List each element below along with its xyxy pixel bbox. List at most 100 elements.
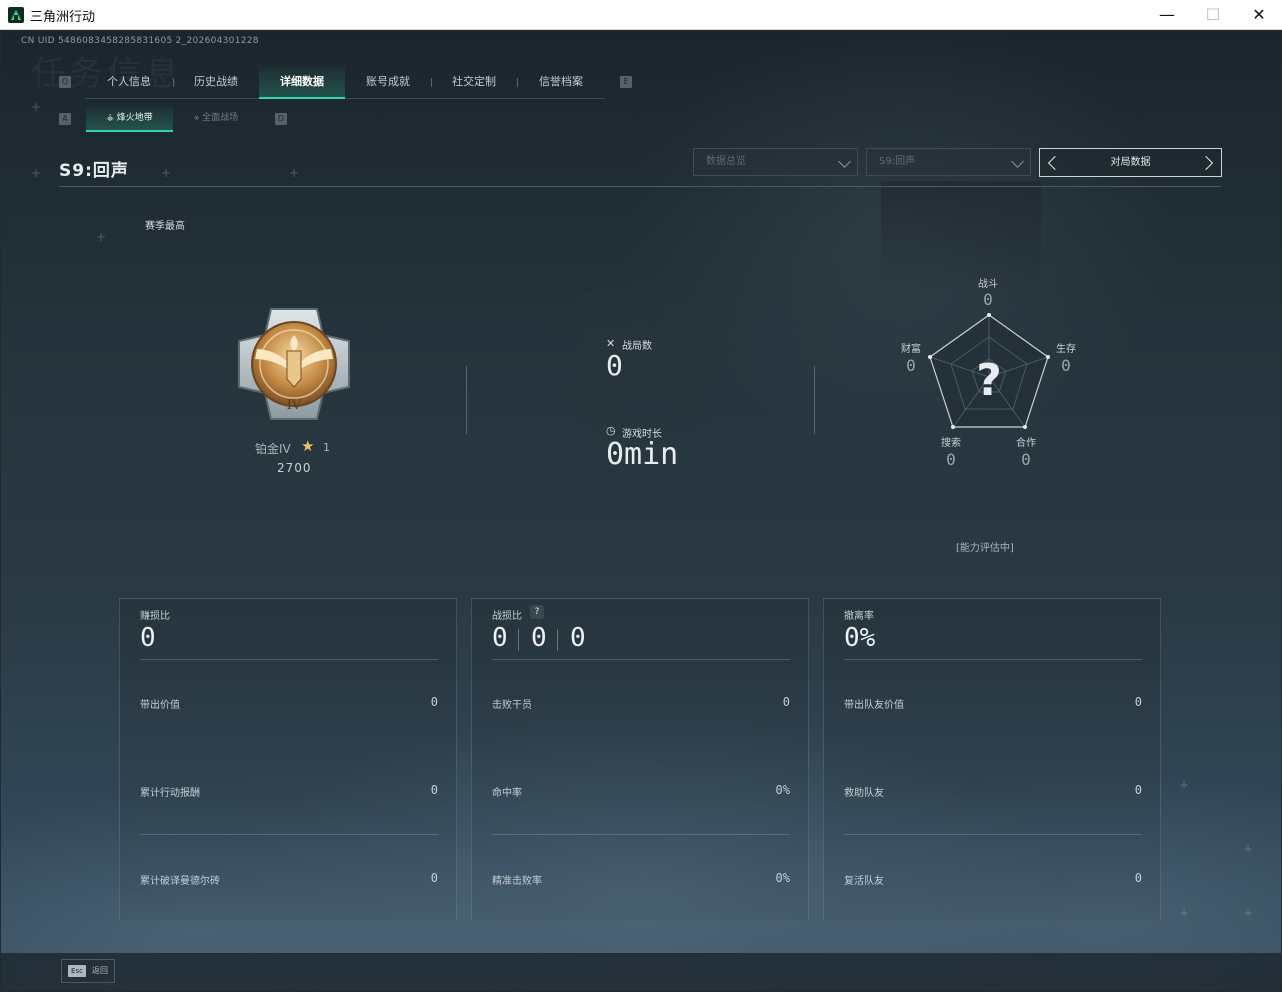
row-label: 带出价值 bbox=[140, 700, 180, 711]
row-value: 0 bbox=[430, 783, 438, 797]
decor-cross: + bbox=[1179, 778, 1190, 792]
key-hint-q: Q bbox=[59, 76, 71, 88]
row-value: 0% bbox=[775, 783, 790, 797]
app-logo-icon bbox=[8, 7, 24, 23]
tab-account-achievements[interactable]: 账号成就 bbox=[345, 66, 431, 98]
decor-cross: + bbox=[1179, 906, 1190, 920]
radar-value-combat: 0 bbox=[983, 290, 993, 309]
card-divider bbox=[492, 659, 790, 660]
help-icon[interactable]: ? bbox=[530, 605, 544, 619]
decor-cross: + bbox=[31, 100, 42, 114]
row-label: 精准击败率 bbox=[492, 876, 542, 887]
row-label: 击败干员 bbox=[492, 700, 532, 711]
row-label: 命中率 bbox=[492, 788, 522, 799]
card-title: 战损比 bbox=[492, 611, 522, 622]
window-titlebar: 三角洲行动 — ☐ ✕ bbox=[0, 0, 1282, 30]
row-value: 0 bbox=[430, 871, 438, 885]
dropdown-value: S9:回声 bbox=[879, 156, 916, 167]
tab-credit-record[interactable]: 信誉档案 bbox=[517, 66, 605, 98]
battlefield-icon: ⚹ bbox=[193, 113, 200, 123]
ratio-separator bbox=[557, 629, 558, 651]
radar-label-search: 搜索 bbox=[941, 438, 961, 449]
row-value: 0 bbox=[1134, 695, 1142, 709]
row-label: 累计行动报酬 bbox=[140, 788, 200, 799]
row-value: 0 bbox=[782, 695, 790, 709]
decor-cross: + bbox=[289, 166, 300, 180]
row-value: 0 bbox=[430, 695, 438, 709]
pager-label: 对局数据 bbox=[1110, 157, 1151, 168]
decor-cross: + bbox=[31, 166, 42, 180]
season-dropdown[interactable]: S9:回声 bbox=[866, 148, 1031, 176]
tab-match-history[interactable]: 历史战绩 bbox=[173, 66, 259, 98]
radar-value-wealth: 0 bbox=[906, 356, 916, 375]
key-hint-a: A bbox=[59, 113, 71, 125]
radar-value-search: 0 bbox=[946, 450, 956, 469]
card-divider bbox=[492, 834, 790, 835]
chevron-left-icon[interactable] bbox=[1047, 155, 1063, 171]
season-high-label: 赛季最高 bbox=[145, 221, 185, 232]
kd-ratio-value-2: 0 bbox=[531, 623, 547, 653]
kd-ratio-value-1: 0 bbox=[492, 623, 508, 653]
clock-icon: ◷ bbox=[606, 424, 616, 437]
rank-star-count: 1 bbox=[323, 441, 330, 454]
chevron-right-icon[interactable] bbox=[1198, 155, 1214, 171]
section-divider bbox=[814, 366, 815, 434]
chevron-down-icon bbox=[1011, 155, 1024, 168]
radar-label-coop: 合作 bbox=[1016, 438, 1036, 449]
row-label: 复活队友 bbox=[844, 876, 884, 887]
decor-cross: + bbox=[1243, 842, 1254, 856]
profit-loss-value: 0 bbox=[140, 623, 156, 653]
matches-value: 0 bbox=[606, 349, 623, 382]
main-tab-bar: 个人信息 历史战绩 详细数据 账号成就 社交定制 信誉档案 bbox=[85, 66, 605, 99]
data-mode-dropdown[interactable]: 数据总览 bbox=[693, 148, 858, 176]
tab-detailed-data[interactable]: 详细数据 bbox=[259, 66, 345, 99]
rank-score: 2700 bbox=[277, 461, 312, 475]
card-title: 撤离率 bbox=[844, 611, 874, 622]
rank-medal-icon: IV bbox=[238, 308, 350, 420]
window-title: 三角洲行动 bbox=[30, 9, 96, 24]
back-label: 返回 bbox=[92, 966, 108, 975]
key-hint-e: E bbox=[620, 76, 632, 88]
card-divider bbox=[844, 659, 1142, 660]
subtab-label: 全面战场 bbox=[202, 113, 239, 123]
radar-label-survival: 生存 bbox=[1056, 344, 1076, 355]
rank-name: 铂金IV bbox=[255, 442, 291, 456]
header-divider bbox=[59, 186, 1221, 187]
profit-loss-card: 赚损比 0 带出价值 0 累计行动报酬 0 累计破译曼德尔砖 0 bbox=[119, 598, 457, 921]
close-button[interactable]: ✕ bbox=[1236, 0, 1282, 30]
matches-label: 战局数 bbox=[622, 341, 652, 352]
decor-cross: + bbox=[161, 166, 172, 180]
extraction-rate-value: 0% bbox=[844, 623, 876, 653]
ability-status: [能力评估中] bbox=[956, 543, 1014, 554]
maximize-button[interactable]: ☐ bbox=[1190, 0, 1236, 30]
radar-value-coop: 0 bbox=[1021, 450, 1031, 469]
back-button[interactable]: Esc 返回 bbox=[61, 959, 115, 983]
row-label: 救助队友 bbox=[844, 788, 884, 799]
subtab-label: 烽火地带 bbox=[116, 113, 153, 123]
tab-personal-info[interactable]: 个人信息 bbox=[85, 66, 173, 98]
game-viewport: + + + + + + + + + 任务信息 CN UID 5486083458… bbox=[1, 31, 1281, 991]
kd-ratio-card: 战损比 ? 0 0 0 击败干员 0 命中率 0% 精准击败率 0% bbox=[471, 598, 809, 921]
radar-label-wealth: 财富 bbox=[901, 344, 921, 355]
decor-cross: + bbox=[1243, 906, 1254, 920]
row-value: 0 bbox=[1134, 783, 1142, 797]
row-label: 累计破译曼德尔砖 bbox=[140, 876, 220, 887]
tab-social-custom[interactable]: 社交定制 bbox=[431, 66, 517, 98]
user-uid: CN UID 5486083458285831605 2_20260430122… bbox=[21, 36, 259, 46]
star-icon: ★ bbox=[301, 437, 315, 455]
chevron-down-icon bbox=[838, 155, 851, 168]
card-divider bbox=[844, 834, 1142, 835]
card-divider bbox=[140, 834, 438, 835]
subtab-full-battlefield[interactable]: ⚹ 全面战场 bbox=[173, 106, 259, 130]
hazard-zone-icon: ⚶ bbox=[106, 113, 114, 123]
minimize-button[interactable]: — bbox=[1144, 0, 1190, 30]
card-divider bbox=[140, 659, 438, 660]
radar-label-combat: 战斗 bbox=[978, 279, 998, 290]
row-value: 0 bbox=[1134, 871, 1142, 885]
kd-ratio-value-3: 0 bbox=[570, 623, 586, 653]
subtab-hazard-zone[interactable]: ⚶ 烽火地带 bbox=[86, 106, 173, 132]
row-label: 带出队友价值 bbox=[844, 700, 904, 711]
extraction-rate-card: 撤离率 0% 带出队友价值 0 救助队友 0 复活队友 0 bbox=[823, 598, 1161, 921]
card-title: 赚损比 bbox=[140, 611, 170, 622]
section-divider bbox=[466, 366, 467, 434]
